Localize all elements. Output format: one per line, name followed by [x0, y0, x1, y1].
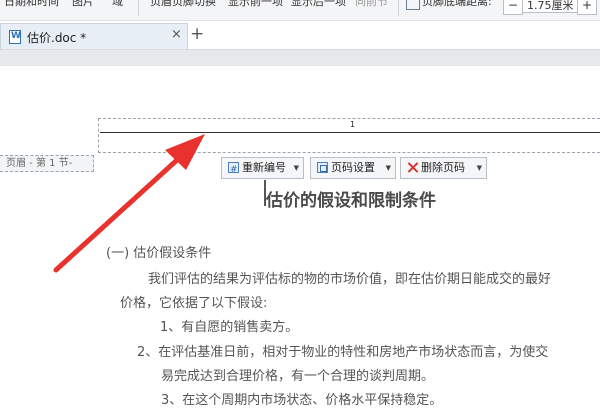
word-document-icon	[9, 30, 21, 44]
renumber-label: 重新编号	[242, 161, 286, 174]
document-tab-bar: 估价.doc * ×	[0, 21, 600, 50]
ribbon-toolbar: 日期和时间 图片 域 页眉页脚切换 显示前一项 显示后一项 同前节 页脚底端距离…	[0, 0, 600, 21]
header-footer-switch-button[interactable]: 页眉页脚切换	[150, 0, 216, 9]
close-icon[interactable]: ×	[171, 27, 182, 42]
footer-distance-stepper[interactable]: − 1.75厘米 +	[503, 0, 597, 15]
header-section-label: 页眉 - 第 1 节-	[0, 155, 94, 172]
body-line[interactable]: 我们评估的结果为评估标的物的市场价值，即在估价期日能成交的最好	[148, 268, 551, 287]
tab-document[interactable]: 估价.doc * ×	[0, 23, 188, 49]
delete-page-number-button[interactable]: 删除页码 ▼	[400, 157, 487, 179]
chevron-down-icon: ▼	[385, 164, 391, 172]
field-button[interactable]: 域	[112, 0, 123, 9]
renumber-icon	[228, 160, 239, 180]
page-settings-label: 页码设置	[331, 161, 375, 174]
body-line[interactable]: 价格，它依据了以下假设:	[120, 292, 267, 311]
ribbon-divider	[398, 0, 399, 16]
footer-distance-input[interactable]: 1.75厘米	[523, 0, 577, 13]
ribbon-divider	[138, 0, 139, 16]
header-region[interactable]	[98, 118, 600, 153]
chevron-down-icon: ▼	[293, 164, 299, 172]
chevron-down-icon: ▼	[476, 164, 482, 172]
page-number: 1	[350, 120, 356, 129]
show-previous-button[interactable]: 显示前一项	[228, 0, 283, 9]
footer-distance-label: 页脚底端距离:	[422, 0, 492, 8]
same-as-previous-button[interactable]: 同前节	[355, 0, 388, 9]
delete-icon	[407, 162, 418, 173]
body-line[interactable]: (一) 估价假设条件	[106, 242, 211, 261]
body-line[interactable]: 3、在这个周期内市场状态、价格水平保持稳定。	[161, 389, 442, 408]
increase-button[interactable]: +	[577, 0, 597, 15]
body-line[interactable]: 易完成达到合理价格，有一个合理的谈判周期。	[161, 365, 434, 384]
renumber-button[interactable]: 重新编号 ▼	[221, 157, 304, 180]
body-line[interactable]: 2、在评估基准日前，相对于物业的特性和房地产市场状态而言，为使交	[137, 341, 548, 360]
document-title[interactable]: 估价的假设和限制条件	[266, 186, 436, 211]
date-time-button[interactable]: 日期和时间	[4, 0, 59, 9]
decrease-button[interactable]: −	[503, 0, 523, 15]
delete-page-number-label: 删除页码	[421, 161, 465, 174]
picture-button[interactable]: 图片	[72, 0, 94, 9]
new-tab-button[interactable]: +	[190, 25, 204, 43]
header-rule	[100, 132, 600, 133]
page-settings-icon	[317, 162, 328, 173]
workspace-background	[0, 50, 600, 66]
footer-distance-icon	[406, 0, 420, 10]
body-line[interactable]: 1、有自愿的销售卖方。	[160, 316, 298, 335]
show-next-button[interactable]: 显示后一项	[291, 0, 346, 9]
page-number-settings-button[interactable]: 页码设置 ▼	[310, 157, 396, 179]
tab-title: 估价.doc *	[27, 31, 87, 45]
